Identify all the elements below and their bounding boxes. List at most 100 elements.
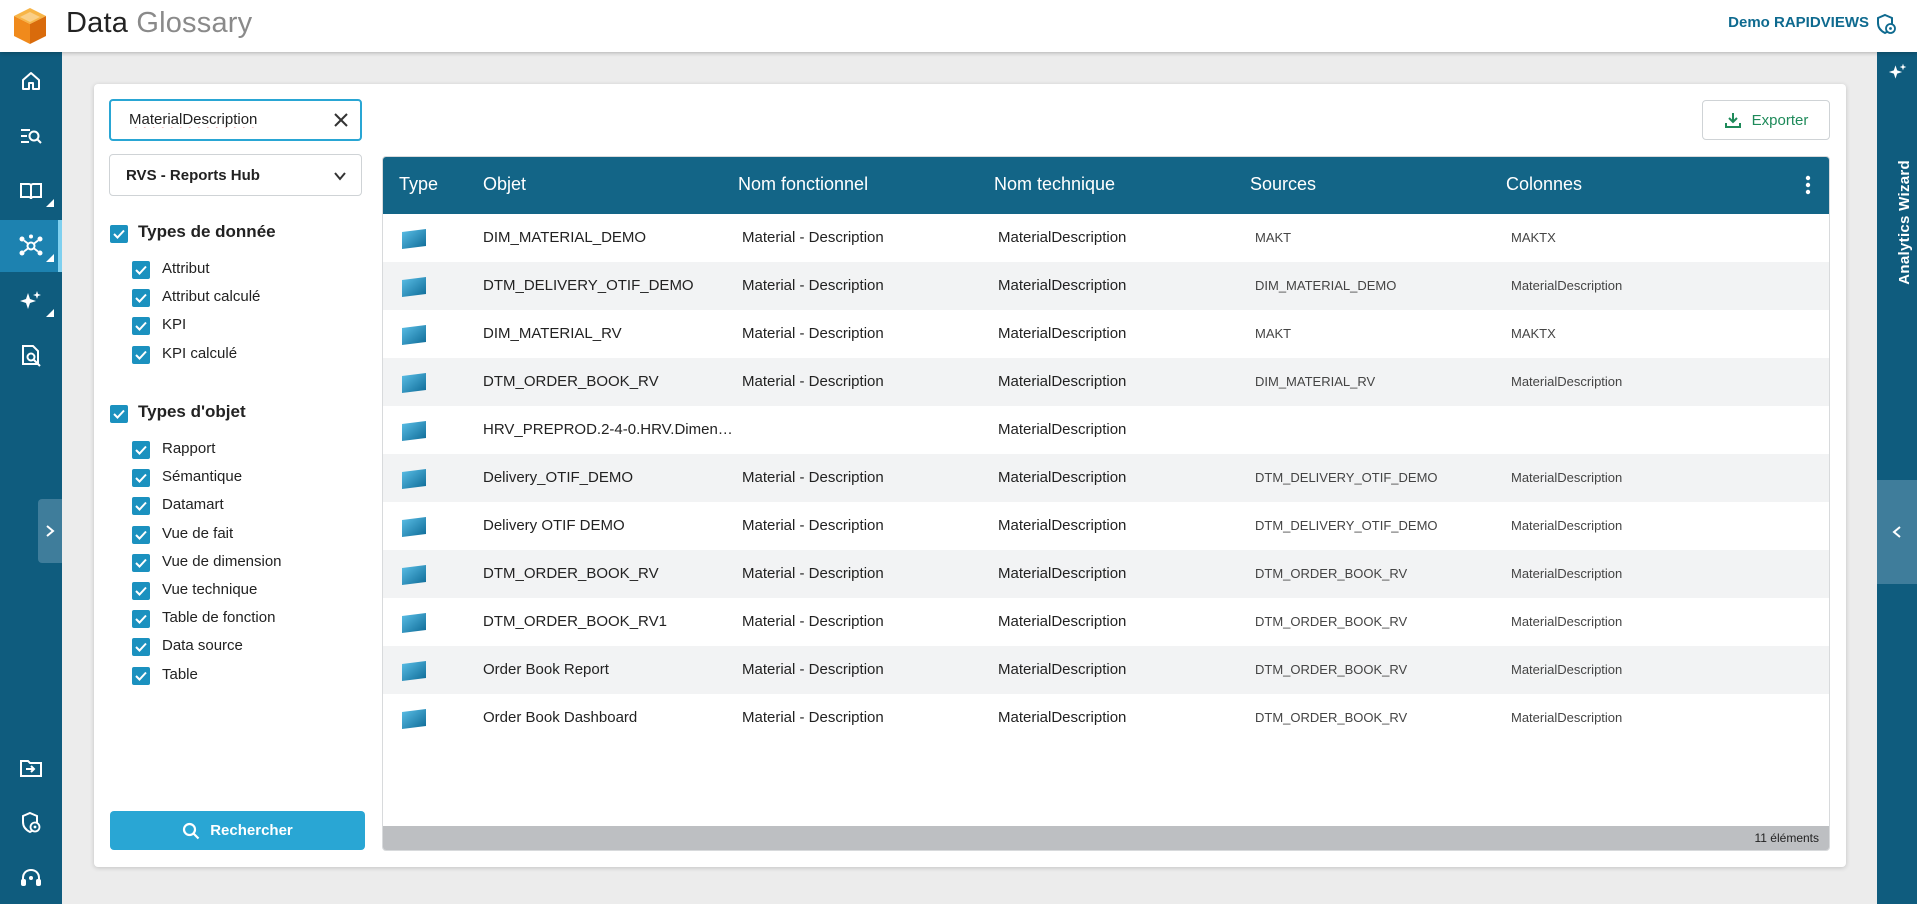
filter-item-label: Data source <box>162 637 243 655</box>
cell-nom-technique: MaterialDescription <box>998 373 1127 390</box>
filter-checkbox[interactable] <box>132 289 150 308</box>
cell-nom-technique: MaterialDescription <box>998 709 1127 726</box>
nav-support[interactable] <box>0 852 62 904</box>
filter-checkbox[interactable] <box>132 497 150 516</box>
column-header-nom-fonctionnel[interactable]: Nom fonctionnel <box>738 174 868 195</box>
filter-checkbox[interactable] <box>132 610 150 629</box>
table-row[interactable]: DTM_ORDER_BOOK_RV Material - Description M… <box>383 358 1829 406</box>
nav-lineage[interactable] <box>0 220 62 272</box>
nav-ai[interactable] <box>0 275 62 327</box>
home-icon <box>22 72 40 90</box>
export-button-label: Exporter <box>1751 111 1809 129</box>
submenu-indicator <box>46 309 54 317</box>
cell-sources: DTM_ORDER_BOOK_RV <box>1255 710 1408 725</box>
submenu-indicator <box>46 199 54 207</box>
table-row[interactable]: DTM_ORDER_BOOK_RV Material - Description M… <box>383 550 1829 598</box>
column-header-nom-technique[interactable]: Nom technique <box>994 174 1115 195</box>
filter-checkbox[interactable] <box>132 582 150 600</box>
export-button[interactable]: Exporter <box>1702 100 1830 140</box>
cell-sources: DTM_ORDER_BOOK_RV <box>1255 566 1408 581</box>
column-header-type[interactable]: Type <box>399 174 438 195</box>
filter-item-label: Attribut calculé <box>162 288 261 306</box>
table-row[interactable]: DTM_DELIVERY_OTIF_DEMO Material - Descrip… <box>383 262 1829 310</box>
table-row[interactable]: Delivery_OTIF_DEMO Material - Description… <box>383 454 1829 502</box>
sparkles-icon <box>20 291 41 309</box>
document-search-icon <box>22 345 41 367</box>
user-shield-icon[interactable] <box>1875 13 1897 35</box>
cell-colonnes: MaterialDescription <box>1511 470 1623 485</box>
more-vertical-icon[interactable] <box>1805 175 1811 195</box>
table-row[interactable]: DTM_ORDER_BOOK_RV1 Material - Description… <box>383 598 1829 646</box>
source-select-value: RVS - Reports Hub <box>126 167 260 184</box>
cube-logo-icon[interactable] <box>12 6 48 46</box>
filter-checkbox[interactable] <box>132 345 150 364</box>
table-row[interactable]: Order Book Dashboard Material - Descripti… <box>383 694 1829 742</box>
cell-sources: DTM_ORDER_BOOK_RV <box>1255 662 1408 677</box>
column-header-colonnes[interactable]: Colonnes <box>1506 174 1582 195</box>
group-checkbox[interactable] <box>110 405 128 423</box>
object-type-icon <box>400 372 428 394</box>
filter-checkbox[interactable] <box>132 666 150 685</box>
expand-wizard-button[interactable] <box>1877 480 1917 584</box>
results-table: Type Objet Nom fonctionnel Nom technique… <box>382 156 1830 851</box>
cell-sources: MAKT <box>1255 326 1292 341</box>
source-select[interactable]: RVS - Reports Hub <box>109 154 362 196</box>
cell-nom-fonctionnel: Material - Description <box>742 469 884 486</box>
object-type-icon <box>400 420 428 442</box>
nav-doc-search[interactable] <box>0 330 62 382</box>
support-headset-icon <box>21 868 41 886</box>
cell-objet: DTM_ORDER_BOOK_RV1 <box>483 613 667 630</box>
cell-nom-technique: MaterialDescription <box>998 469 1127 486</box>
nav-search-list[interactable] <box>0 110 62 162</box>
filter-checkbox[interactable] <box>132 261 150 279</box>
column-header-objet[interactable]: Objet <box>483 174 526 195</box>
cell-sources: DIM_MATERIAL_DEMO <box>1255 278 1397 293</box>
search-field[interactable] <box>109 99 362 141</box>
close-icon[interactable] <box>332 111 350 129</box>
filter-item-label: Table de fonction <box>162 609 276 627</box>
chevron-down-icon <box>334 172 346 181</box>
cell-nom-technique: MaterialDescription <box>998 421 1127 438</box>
filter-item-label: Attribut <box>162 260 210 277</box>
search-list-icon <box>21 129 42 144</box>
filter-item-label: Table <box>162 665 198 683</box>
nav-security[interactable] <box>0 797 62 849</box>
object-type-icon <box>400 276 428 298</box>
filter-checkbox[interactable] <box>132 553 150 572</box>
filter-checkbox[interactable] <box>132 317 150 336</box>
cell-nom-fonctionnel: Material - Description <box>742 277 884 294</box>
cell-nom-technique: MaterialDescription <box>998 613 1127 630</box>
submenu-indicator <box>46 254 54 262</box>
nav-glossary[interactable] <box>0 165 62 217</box>
table-row[interactable]: Delivery OTIF DEMO Material - Description… <box>383 502 1829 550</box>
filter-item-label: Rapport <box>162 440 216 457</box>
table-row[interactable]: Order Book Report Material - Description M… <box>383 646 1829 694</box>
table-row[interactable]: DIM_MATERIAL_RV Material - Description Mat… <box>383 310 1829 358</box>
folder-import-icon <box>20 760 42 777</box>
cell-colonnes: MaterialDescription <box>1511 374 1623 389</box>
search-input[interactable] <box>129 111 319 128</box>
object-type-icon <box>400 228 428 250</box>
filter-checkbox[interactable] <box>132 469 150 488</box>
cell-nom-fonctionnel: Material - Description <box>742 517 884 534</box>
filter-checkbox[interactable] <box>132 441 150 459</box>
sparkles-icon[interactable] <box>1888 62 1908 82</box>
cell-nom-technique: MaterialDescription <box>998 229 1127 246</box>
group-checkbox[interactable] <box>110 225 128 243</box>
cell-sources: DTM_DELIVERY_OTIF_DEMO <box>1255 470 1438 485</box>
analytics-wizard-label[interactable]: Analytics Wizard <box>1896 160 1913 285</box>
cell-nom-technique: MaterialDescription <box>998 565 1127 582</box>
column-header-sources[interactable]: Sources <box>1250 174 1316 195</box>
table-row[interactable]: DIM_MATERIAL_DEMO Material - Description M… <box>383 214 1829 262</box>
cell-nom-fonctionnel: Material - Description <box>742 661 884 678</box>
nav-home[interactable] <box>0 55 62 107</box>
nav-import[interactable] <box>0 742 62 794</box>
filter-checkbox[interactable] <box>132 638 150 657</box>
search-button[interactable]: Rechercher <box>110 811 365 850</box>
table-row[interactable]: HRV_PREPROD.2-4-0.HRV.Dimen… MaterialDesc… <box>383 406 1829 454</box>
filter-item-label: KPI <box>162 316 187 334</box>
expand-sidebar-button[interactable] <box>38 499 62 563</box>
user-name[interactable]: Demo RAPIDVIEWS <box>1728 14 1869 31</box>
cell-objet: Order Book Report <box>483 661 609 678</box>
filter-checkbox[interactable] <box>132 525 150 544</box>
